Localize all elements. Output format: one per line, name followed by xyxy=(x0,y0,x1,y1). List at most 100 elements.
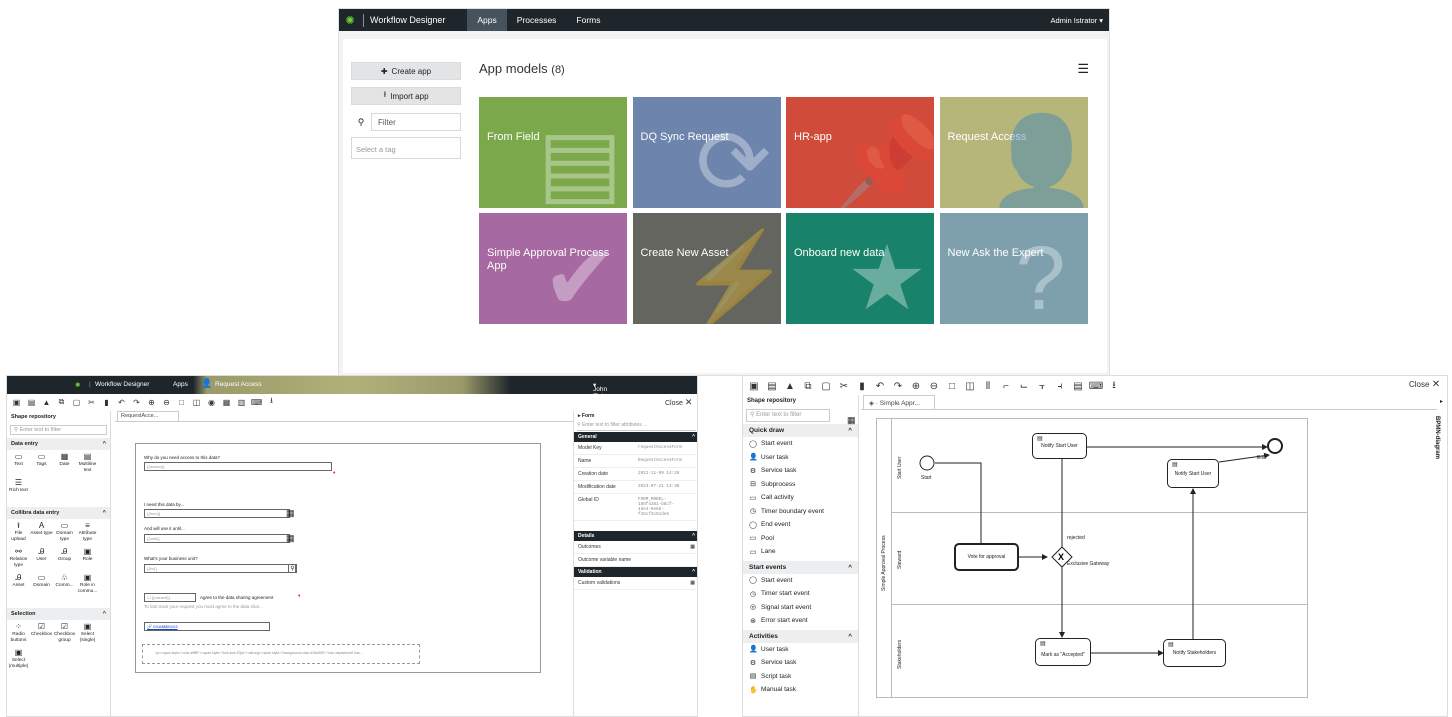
close-button[interactable]: Close ✕ xyxy=(1409,379,1440,390)
repo-item[interactable]: ⊛ Error start event xyxy=(743,614,858,628)
table-icon[interactable]: ▦ xyxy=(219,398,234,407)
paste-icon[interactable]: ▢ xyxy=(817,381,835,392)
close-button[interactable]: Close ✕ xyxy=(665,397,692,408)
tab-processes[interactable]: Processes xyxy=(507,9,567,31)
copy-icon[interactable]: ⧉ xyxy=(799,381,817,392)
property-row[interactable]: Global ID FORM_MODEL- 185f4381-b8cf- 4de4… xyxy=(574,494,697,521)
zoom-out-icon[interactable]: ⊖ xyxy=(925,381,943,392)
repo-section-header[interactable]: Start events ^ xyxy=(743,560,858,574)
paste-icon[interactable]: ▢ xyxy=(69,398,84,407)
create-app-button[interactable]: ✚ Create app xyxy=(351,62,461,80)
repo-item[interactable]: ▣ Select (single) xyxy=(76,623,99,644)
filter-input[interactable]: Filter xyxy=(371,113,461,131)
repo-item[interactable]: ▭ Domain xyxy=(30,574,53,595)
undo-icon[interactable]: ↶ xyxy=(114,398,129,407)
repo-item[interactable]: ▭ Text xyxy=(7,453,30,474)
undo-icon[interactable]: ↶ xyxy=(871,381,889,392)
zoom-in-icon[interactable]: ⊕ xyxy=(144,398,159,407)
app-tile[interactable]: Create New Asset ⚡ xyxy=(632,212,781,324)
repo-item[interactable]: ◎ Signal start event xyxy=(743,601,858,615)
save-icon[interactable]: ▣ xyxy=(9,398,24,407)
redo-icon[interactable]: ↷ xyxy=(129,398,144,407)
end-event[interactable] xyxy=(1267,438,1283,454)
repo-item[interactable]: ▤ Script task xyxy=(743,670,858,684)
repo-item[interactable]: ▤ Multiline text xyxy=(76,453,99,474)
repo-item[interactable]: ◯ Start event xyxy=(743,437,858,451)
details-section[interactable]: Details ^ xyxy=(574,531,697,541)
repo-section-header[interactable]: Collibra data entry ^ xyxy=(7,507,110,519)
user-menu[interactable]: John Fisher ▾ xyxy=(593,381,611,400)
repo-section-header[interactable]: Quick draw ^ xyxy=(743,424,858,437)
app-tile[interactable]: New Ask the Expert? xyxy=(939,212,1088,324)
repo-item[interactable]: ▣ Role in commu... xyxy=(76,574,99,595)
tab-apps[interactable]: Apps xyxy=(173,381,188,388)
repo-item[interactable]: ✋ Manual task xyxy=(743,683,858,697)
user-menu[interactable]: Admin Istrator ▾ xyxy=(1050,16,1103,25)
app-tile[interactable]: HR-app 📌 xyxy=(786,97,934,208)
grid-icon[interactable]: ▥ xyxy=(234,398,249,407)
validation-section[interactable]: Validation ^ xyxy=(574,567,697,577)
vote-for-approval-task[interactable]: Vote for approval xyxy=(954,543,1019,571)
bpmn-pool[interactable]: Simple Approval Process Start User Stewa… xyxy=(876,418,1308,698)
repo-item[interactable]: ▭ Tags xyxy=(30,453,53,474)
tab-forms[interactable]: Forms xyxy=(566,9,610,31)
repo-item[interactable]: ◯ Start event xyxy=(743,574,858,588)
app-tile[interactable]: Onboard new data ★ xyxy=(786,212,934,324)
menu-icon[interactable]: ☰ xyxy=(1077,61,1089,77)
preview-icon[interactable]: ◉ xyxy=(204,398,219,407)
zoom-in-icon[interactable]: ⊕ xyxy=(907,381,925,392)
repo-item[interactable]: Ꭿ Group xyxy=(53,548,76,569)
repo-search-input[interactable]: ⚲ Enter text to filter xyxy=(10,425,107,435)
app-tile[interactable]: Request Access 👤 xyxy=(939,97,1088,208)
repo-item[interactable]: A Asset type xyxy=(30,522,53,543)
document-tab[interactable]: RequestAcce... xyxy=(117,411,179,421)
repo-item[interactable]: ☑ Checkbox xyxy=(30,623,53,644)
tag-select[interactable]: Select a tag xyxy=(351,137,461,159)
copy-icon[interactable]: ⧉ xyxy=(54,397,69,407)
repo-item[interactable]: ▭ Call activity xyxy=(743,491,858,505)
repo-item[interactable]: ⭱ File upload xyxy=(7,522,30,543)
align-icon[interactable]: ⫴ xyxy=(979,381,997,392)
repo-item[interactable]: Ꭿ User xyxy=(30,548,53,569)
until-date-field[interactable]: {{until}} xyxy=(144,534,290,543)
keyboard-icon[interactable]: ⌨ xyxy=(249,398,264,407)
flow-start-to-vote[interactable] xyxy=(935,462,984,555)
repo-item[interactable]: ▭ Domain type xyxy=(53,522,76,543)
repo-item[interactable]: ◷ Timer start event xyxy=(743,587,858,601)
validate-icon[interactable]: ▲ xyxy=(781,381,799,392)
property-row[interactable]: Creation date 2022-11-09 14:28 xyxy=(574,468,697,481)
save-icon[interactable]: ▣ xyxy=(745,381,763,392)
delete-icon[interactable]: ▮ xyxy=(99,398,114,407)
zoom-fit-icon[interactable]: ◫ xyxy=(961,381,979,392)
repo-section-header[interactable]: Activities ^ xyxy=(743,629,858,643)
repo-item[interactable]: ◷ Timer boundary event xyxy=(743,505,858,519)
repo-search-input[interactable]: ⚲ Enter text to filter xyxy=(746,409,830,422)
repo-item[interactable]: ☑ Checkbox group xyxy=(53,623,76,644)
align-horizontal-icon[interactable]: ⫞ xyxy=(1051,381,1069,392)
app-tile[interactable]: DQ Sync Request ⟳ xyxy=(632,97,781,208)
notify-start-user-task[interactable]: ▤ Notify Start User xyxy=(1032,433,1087,459)
reason-field[interactable]: {{reason}} xyxy=(144,462,332,471)
import-app-button[interactable]: ⭱ Import app xyxy=(351,87,461,105)
calendar-icon[interactable]: ▦ xyxy=(286,533,295,544)
dsa-link[interactable]: 🔗 DSA$$$N103 xyxy=(144,622,270,631)
repo-section-header[interactable]: Selection ^ xyxy=(7,608,110,620)
property-row[interactable]: Name RequestAccessForm xyxy=(574,455,697,468)
cut-icon[interactable]: ✂ xyxy=(84,398,99,407)
repo-item[interactable]: ☰ Rich text xyxy=(7,479,30,494)
save-as-icon[interactable]: ▤ xyxy=(24,398,39,407)
repo-item[interactable]: 👤 User task xyxy=(743,451,858,465)
download-icon[interactable]: ⭳ xyxy=(1105,378,1123,395)
business-unit-field[interactable]: {{bu}} xyxy=(144,564,296,573)
calendar-icon[interactable]: ▦ xyxy=(286,508,295,519)
general-section[interactable]: General ^ xyxy=(574,432,697,442)
property-row[interactable]: Model Key requestAccessForm xyxy=(574,442,697,455)
repo-item[interactable]: ⚙ Service task xyxy=(743,464,858,478)
props-search-input[interactable]: ⚲ Enter text to filter attributes ... xyxy=(577,422,696,431)
repo-item[interactable]: ◯ End event xyxy=(743,518,858,532)
start-event[interactable] xyxy=(919,455,935,471)
same-size-icon[interactable]: ▤ xyxy=(1069,381,1087,392)
align-vertical-icon[interactable]: ⫟ xyxy=(1033,381,1051,392)
delete-icon[interactable]: ▮ xyxy=(853,381,871,392)
repo-item[interactable]: ▦ Date xyxy=(53,453,76,474)
